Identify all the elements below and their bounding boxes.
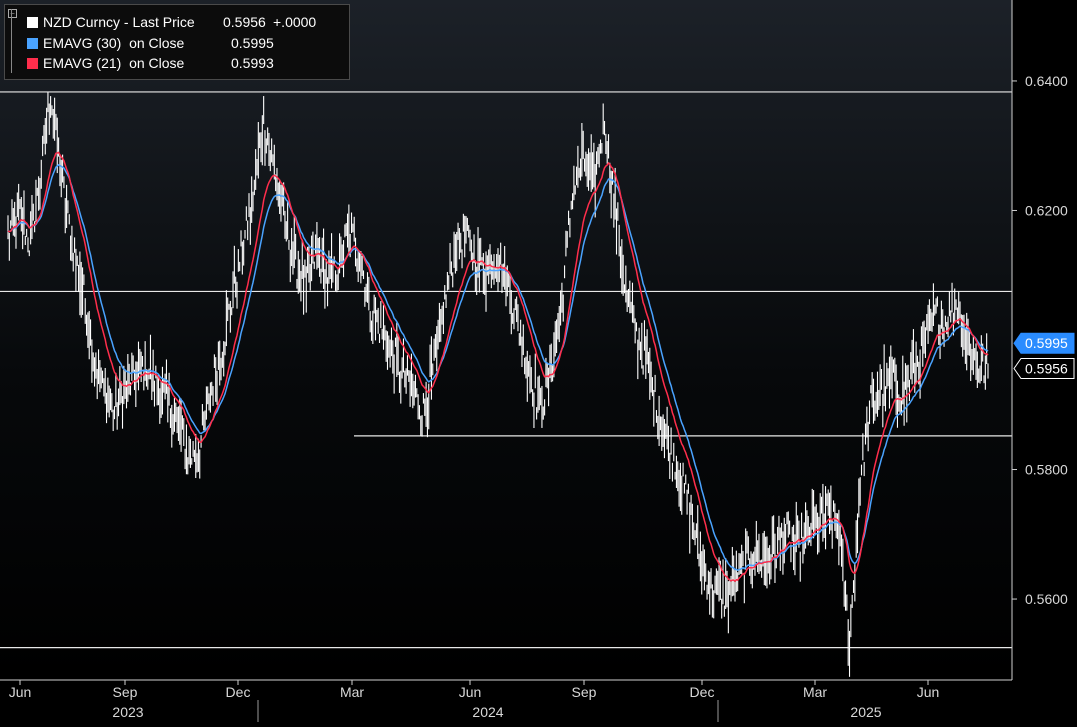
x-tick-label: Sep [113, 684, 138, 700]
x-tick-label: Jun [9, 684, 32, 700]
y-tick-label: 0.5800 [1025, 462, 1068, 478]
x-tick-label: Mar [340, 684, 364, 700]
x-tick-label: Jun [459, 684, 482, 700]
legend-ema30-value: 0.5995 [231, 35, 274, 51]
x-tick-label: Sep [572, 684, 597, 700]
legend-row-ema21: EMAVG (21) on Close 0.5993 [5, 53, 345, 73]
plot-background [0, 0, 1012, 680]
ema30-price-tag-text: 0.5995 [1025, 335, 1068, 351]
legend-ema30-label: EMAVG (30) on Close [43, 35, 185, 51]
x-year-label: 2025 [850, 704, 881, 720]
x-year-label: 2024 [472, 704, 503, 720]
ema21-swatch-icon [27, 58, 38, 69]
y-tick-label: 0.6200 [1025, 202, 1068, 218]
ema30-price-tag: 0.5995 [1013, 332, 1075, 354]
legend-row-ema30: EMAVG (30) on Close 0.5995 [5, 33, 345, 53]
legend-price-change: +.0000 [273, 14, 317, 30]
ema30-swatch-icon [27, 38, 38, 49]
x-tick-label: Dec [226, 684, 251, 700]
chart-legend: − NZD Curncy - Last Price 0.5956 +.0000 … [4, 4, 350, 80]
x-tick-label: Mar [803, 684, 827, 700]
y-tick-label: 0.5600 [1025, 591, 1068, 607]
x-tick-label: Dec [690, 684, 715, 700]
x-year-label: 2023 [112, 704, 143, 720]
legend-price-value: 0.5956 [223, 14, 266, 30]
last-price-tag-text: 0.5956 [1025, 360, 1068, 376]
legend-ema21-label: EMAVG (21) on Close [43, 55, 185, 71]
chart-area: 0.6400 0.6200 0.5800 0.5600 Jun Sep Dec Mar Jun… [0, 0, 1077, 722]
last-price-tag: 0.5956 [1013, 357, 1075, 379]
price-swatch-icon [27, 17, 38, 28]
x-tick-label: Jun [917, 684, 940, 700]
price-chart: 0.6400 0.6200 0.5800 0.5600 Jun Sep Dec Mar Jun… [0, 0, 1075, 722]
legend-price-label: NZD Curncy - Last Price [43, 14, 195, 30]
legend-row-price: NZD Curncy - Last Price 0.5956 +.0000 [5, 12, 345, 32]
legend-ema21-value: 0.5993 [231, 55, 274, 71]
y-tick-label: 0.6400 [1025, 73, 1068, 89]
